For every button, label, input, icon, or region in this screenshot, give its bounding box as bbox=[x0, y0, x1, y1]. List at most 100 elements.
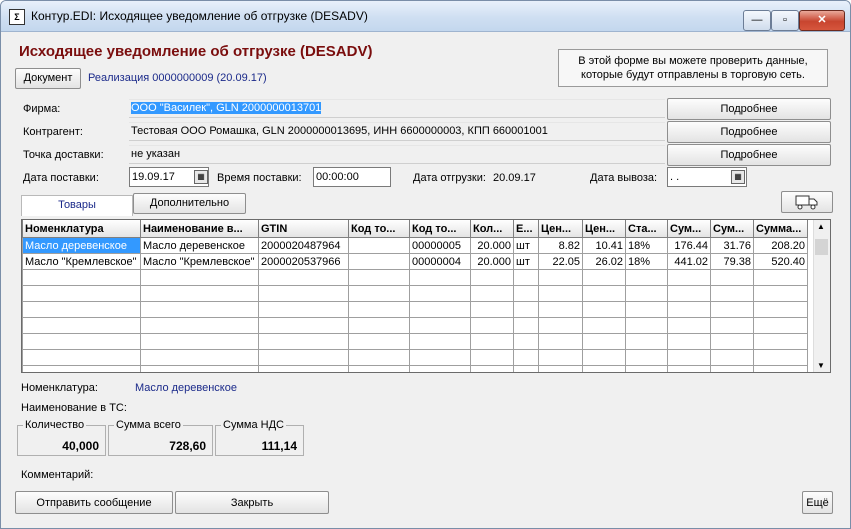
tab-goods[interactable]: Товары bbox=[21, 195, 133, 216]
truck-icon bbox=[795, 195, 818, 210]
table-cell[interactable]: 441.02 bbox=[667, 253, 711, 270]
table-cell[interactable]: 208.20 bbox=[753, 237, 808, 254]
nomenclature-label: Номенклатура: bbox=[21, 382, 98, 394]
close-form-button[interactable]: Закрыть bbox=[175, 491, 329, 514]
column-header[interactable]: Код то... bbox=[409, 220, 471, 238]
vat-label: Сумма НДС bbox=[221, 419, 286, 431]
table-cell[interactable] bbox=[348, 253, 410, 270]
table-cell[interactable]: 20.000 bbox=[470, 253, 514, 270]
table-cell[interactable]: шт bbox=[513, 253, 539, 270]
column-header[interactable]: Сум... bbox=[667, 220, 711, 238]
shipment-date-value: 20.09.17 bbox=[493, 172, 536, 184]
delivery-time-label: Время поставки: bbox=[217, 172, 302, 184]
info-line-2: которые будут отправлены в торговую сеть… bbox=[581, 69, 805, 81]
scroll-down-icon[interactable]: ▼ bbox=[817, 361, 825, 370]
column-header[interactable]: Наименование в... bbox=[140, 220, 259, 238]
table-cell[interactable]: 79.38 bbox=[710, 253, 754, 270]
table-cell[interactable]: 18% bbox=[625, 253, 668, 270]
document-button[interactable]: Документ bbox=[15, 68, 81, 89]
table-cell[interactable]: 22.05 bbox=[538, 253, 583, 270]
table-cell[interactable]: 10.41 bbox=[582, 237, 626, 254]
table-cell[interactable]: 00000005 bbox=[409, 237, 471, 254]
table-cell[interactable]: Масло деревенское bbox=[140, 237, 259, 254]
goods-table[interactable]: Номенклатура Наименование в... GTIN Код … bbox=[21, 219, 831, 373]
close-button[interactable]: ✕ bbox=[799, 10, 845, 31]
total-value: 728,60 bbox=[169, 439, 206, 453]
table-cell[interactable]: Масло "Кремлевское" bbox=[140, 253, 259, 270]
total-label: Сумма всего bbox=[114, 419, 183, 431]
column-header[interactable]: Сумма... bbox=[753, 220, 808, 238]
tab-additional[interactable]: Дополнительно bbox=[133, 193, 246, 214]
minimize-button[interactable]: — bbox=[743, 10, 771, 31]
pickup-date-value: . . bbox=[670, 171, 680, 183]
calendar-icon[interactable]: ▦ bbox=[731, 170, 745, 184]
table-cell[interactable]: Масло деревенское bbox=[22, 237, 141, 254]
realization-link[interactable]: Реализация 0000000009 (20.09.17) bbox=[88, 72, 267, 84]
table-cell[interactable]: 26.02 bbox=[582, 253, 626, 270]
delivery-time-input[interactable]: 00:00:00 bbox=[313, 167, 391, 187]
table-row[interactable] bbox=[22, 365, 808, 372]
table-cell[interactable]: шт bbox=[513, 237, 539, 254]
table-row[interactable]: Масло деревенское Масло деревенское 2000… bbox=[22, 237, 808, 254]
firm-field[interactable]: ООО "Василек", GLN 2000000013701 bbox=[129, 99, 665, 118]
table-row[interactable] bbox=[22, 317, 808, 334]
table-cell[interactable]: 520.40 bbox=[753, 253, 808, 270]
firm-value: ООО "Василек", GLN 2000000013701 bbox=[131, 102, 322, 114]
vertical-scrollbar[interactable]: ▲ ▼ bbox=[813, 220, 830, 372]
pickup-date-label: Дата вывоза: bbox=[590, 172, 658, 184]
contractor-label: Контрагент: bbox=[23, 126, 83, 138]
table-cell[interactable] bbox=[348, 237, 410, 254]
comment-label: Комментарий: bbox=[21, 469, 94, 481]
table-cell[interactable]: 176.44 bbox=[667, 237, 711, 254]
delivery-point-details-button[interactable]: Подробнее bbox=[667, 144, 831, 166]
table-cell[interactable]: 00000004 bbox=[409, 253, 471, 270]
scroll-thumb[interactable] bbox=[815, 239, 828, 255]
vat-value: 111,14 bbox=[261, 439, 297, 453]
table-row[interactable] bbox=[22, 333, 808, 350]
calendar-icon[interactable]: ▦ bbox=[194, 170, 208, 184]
column-header[interactable]: Код то... bbox=[348, 220, 410, 238]
nomenclature-value: Масло деревенское bbox=[135, 382, 237, 394]
info-box: В этой форме вы можете проверить данные,… bbox=[558, 49, 828, 87]
page-title: Исходящее уведомление об отгрузке (DESAD… bbox=[19, 43, 373, 60]
table-row[interactable] bbox=[22, 269, 808, 286]
table-cell[interactable]: 18% bbox=[625, 237, 668, 254]
send-message-button[interactable]: Отправить сообщение bbox=[15, 491, 173, 514]
maximize-button[interactable]: ▫ bbox=[771, 10, 799, 31]
firm-details-button[interactable]: Подробнее bbox=[667, 98, 831, 120]
table-row[interactable]: Масло "Кремлевское" Масло "Кремлевское" … bbox=[22, 253, 808, 270]
contractor-details-button[interactable]: Подробнее bbox=[667, 121, 831, 143]
table-cell[interactable]: 20.000 bbox=[470, 237, 514, 254]
table-row[interactable] bbox=[22, 285, 808, 302]
contractor-field[interactable]: Тестовая ООО Ромашка, GLN 2000000013695,… bbox=[129, 122, 665, 141]
more-button[interactable]: Ещё bbox=[802, 491, 833, 514]
quantity-value: 40,000 bbox=[62, 439, 99, 453]
table-cell[interactable]: 31.76 bbox=[710, 237, 754, 254]
table-cell[interactable]: 8.82 bbox=[538, 237, 583, 254]
table-row[interactable] bbox=[22, 349, 808, 366]
table-cell[interactable]: Масло "Кремлевское" bbox=[22, 253, 141, 270]
column-header[interactable]: Кол... bbox=[470, 220, 514, 238]
title-bar[interactable]: Σ Контур.EDI: Исходящее уведомление об о… bbox=[1, 1, 850, 32]
delivery-point-field[interactable]: не указан bbox=[129, 145, 665, 164]
delivery-truck-button[interactable] bbox=[781, 191, 833, 213]
table-cell[interactable]: 2000020487964 bbox=[258, 237, 349, 254]
column-header[interactable]: Номенклатура bbox=[22, 220, 141, 238]
column-header[interactable]: Цен... bbox=[582, 220, 626, 238]
delivery-date-value: 19.09.17 bbox=[132, 171, 175, 183]
column-header[interactable]: GTIN bbox=[258, 220, 349, 238]
column-header[interactable]: Цен... bbox=[538, 220, 583, 238]
quantity-box: Количество 40,000 bbox=[17, 419, 106, 456]
table-row[interactable] bbox=[22, 301, 808, 318]
total-box: Сумма всего 728,60 bbox=[108, 419, 213, 456]
column-header[interactable]: Е... bbox=[513, 220, 539, 238]
shipment-date-label: Дата отгрузки: bbox=[413, 172, 486, 184]
delivery-date-label: Дата поставки: bbox=[23, 172, 99, 184]
delivery-point-label: Точка доставки: bbox=[23, 149, 104, 161]
table-cell[interactable]: 2000020537966 bbox=[258, 253, 349, 270]
table-header-row: Номенклатура Наименование в... GTIN Код … bbox=[22, 220, 808, 238]
scroll-up-icon[interactable]: ▲ bbox=[817, 222, 825, 231]
ts-name-label: Наименование в ТС: bbox=[21, 402, 127, 414]
column-header[interactable]: Сум... bbox=[710, 220, 754, 238]
column-header[interactable]: Ста... bbox=[625, 220, 668, 238]
